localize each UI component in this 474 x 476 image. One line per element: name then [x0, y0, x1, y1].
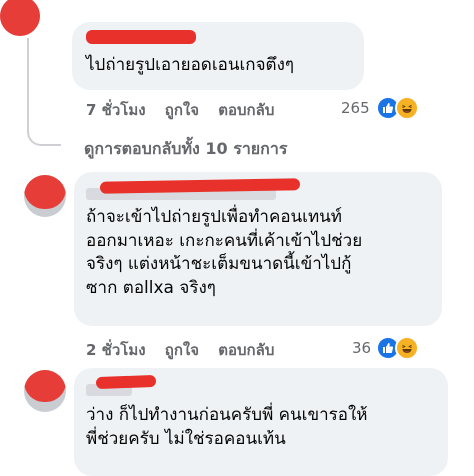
comment-text: ไปถ่ายรูปเอายอดเอนเกจตึงๆ [86, 55, 295, 75]
avatar[interactable] [24, 370, 66, 412]
reaction-count[interactable]: 36 [352, 339, 371, 357]
comment-actions: 7 ชั่วโมง ถูกใจ ตอบกลับ [86, 98, 274, 122]
comment-actions: 2 ชั่วโมง ถูกใจ ตอบกลับ [86, 338, 274, 362]
view-replies-link[interactable]: ดูการตอบกลับทั้ง 10 รายการ [84, 137, 287, 162]
avatar[interactable] [0, 0, 40, 36]
haha-icon [395, 96, 419, 120]
reaction-icons[interactable] [376, 336, 419, 360]
avatar-redaction [24, 370, 66, 402]
avatar[interactable] [24, 175, 66, 217]
thread-line [27, 38, 61, 146]
avatar-redaction [0, 0, 40, 36]
avatar-redaction [24, 175, 66, 209]
haha-icon [395, 336, 419, 360]
reply-button[interactable]: ตอบกลับ [218, 101, 274, 119]
reply-button[interactable]: ตอบกลับ [218, 341, 274, 359]
comment-time[interactable]: 7 ชั่วโมง [86, 101, 146, 119]
name-redaction [86, 30, 196, 44]
reaction-icons[interactable] [376, 96, 419, 120]
like-button[interactable]: ถูกใจ [165, 101, 199, 119]
comment-time[interactable]: 2 ชั่วโมง [86, 341, 146, 359]
name-redaction [95, 374, 157, 390]
comment-text: ถ้าจะเข้าไปถ่ายรูปเพื่อทำคอนเทนท์ ออกมาเ… [86, 207, 363, 298]
like-button[interactable]: ถูกใจ [165, 341, 199, 359]
reaction-count[interactable]: 265 [341, 99, 370, 117]
comment-text: ว่าง ก็ไปทำงานก่อนครับพี่ คนเขารอให้ พี่… [86, 405, 368, 449]
